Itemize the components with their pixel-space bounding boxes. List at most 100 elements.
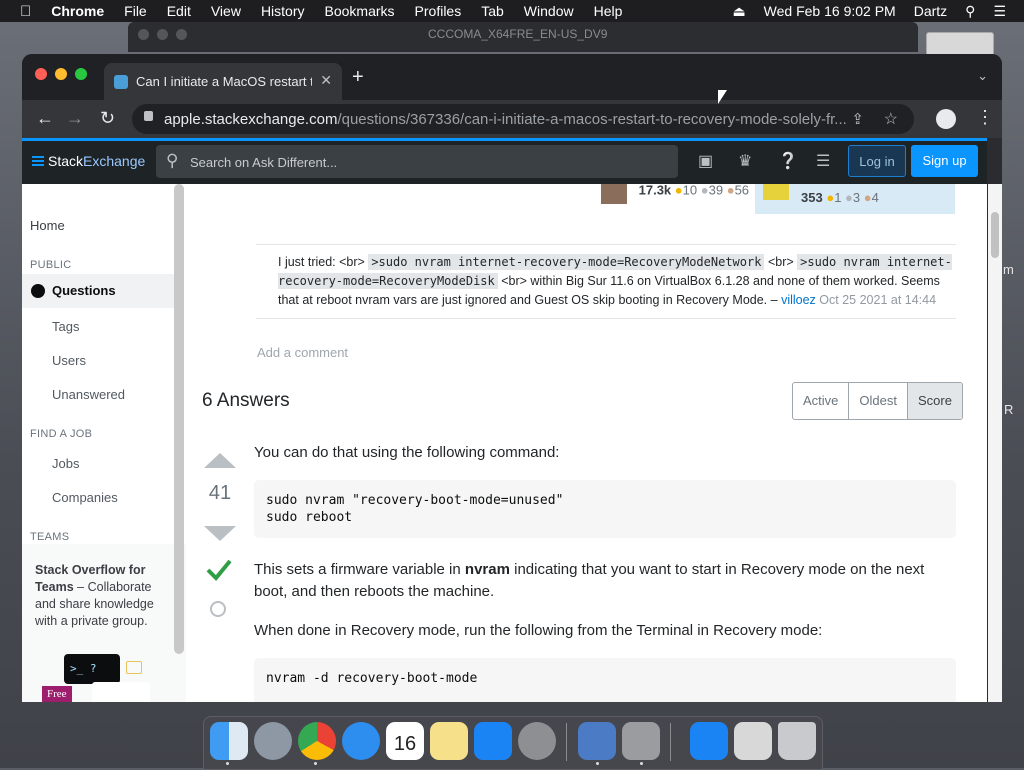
favicon-icon bbox=[114, 75, 128, 89]
address-bar[interactable]: apple.stackexchange.com/questions/367336… bbox=[132, 104, 914, 134]
menu-help[interactable]: Help bbox=[594, 3, 623, 19]
background-window-buttons bbox=[138, 29, 187, 40]
bookmark-star-icon[interactable]: ☆ bbox=[884, 109, 898, 129]
close-window-icon[interactable] bbox=[35, 68, 47, 80]
sidebar-scrollbar[interactable] bbox=[174, 184, 184, 654]
tab-search-chevron-icon[interactable]: ⌄ bbox=[977, 68, 988, 84]
menu-profiles[interactable]: Profiles bbox=[415, 3, 462, 19]
menu-view[interactable]: View bbox=[211, 3, 241, 19]
nav-users[interactable]: Users bbox=[52, 353, 86, 368]
nav-home[interactable]: Home bbox=[30, 218, 65, 233]
new-tab-icon[interactable]: + bbox=[352, 66, 364, 89]
forward-arrow-icon[interactable]: → bbox=[66, 108, 84, 129]
menu-file[interactable]: File bbox=[124, 3, 147, 19]
site-search[interactable]: ⚲ bbox=[156, 145, 678, 180]
achievements-trophy-icon[interactable]: ♛ bbox=[738, 151, 752, 171]
menu-app-name[interactable]: Chrome bbox=[51, 3, 104, 19]
inbox-icon[interactable]: ▣ bbox=[698, 151, 713, 171]
trash-icon[interactable] bbox=[778, 722, 816, 760]
main-column: 17.3k ●10 ●39 ●56 353 ●1 ●3 ●4 I just tr… bbox=[186, 184, 987, 702]
history-icon[interactable] bbox=[210, 601, 226, 617]
lock-icon[interactable] bbox=[144, 111, 153, 121]
menu-bookmarks[interactable]: Bookmarks bbox=[325, 3, 395, 19]
help-icon[interactable]: ❔ bbox=[778, 151, 798, 171]
page-scrollbar-thumb[interactable] bbox=[991, 212, 999, 258]
eject-icon[interactable]: ⏏ bbox=[732, 3, 745, 20]
safari-icon[interactable] bbox=[342, 722, 380, 760]
notes-icon[interactable] bbox=[430, 722, 468, 760]
desktop-disk-icon[interactable] bbox=[926, 32, 994, 56]
profile-avatar-icon[interactable] bbox=[936, 109, 956, 129]
nav-heading-find-job: FIND A JOB bbox=[30, 428, 93, 440]
sort-oldest-button[interactable]: Oldest bbox=[848, 383, 907, 419]
close-tab-icon[interactable]: ✕ bbox=[320, 72, 332, 89]
accepted-checkmark-icon bbox=[206, 559, 232, 581]
nav-tags[interactable]: Tags bbox=[52, 319, 79, 334]
spotlight-icon[interactable]: ⚲ bbox=[965, 3, 975, 20]
bronze-badges: 4 bbox=[871, 190, 879, 205]
dock-running-indicator bbox=[640, 762, 643, 765]
dock-running-indicator bbox=[596, 762, 599, 765]
menu-history[interactable]: History bbox=[261, 3, 305, 19]
comment-dash: – bbox=[767, 293, 782, 307]
chrome-menu-icon[interactable]: ⋮ bbox=[976, 107, 994, 128]
reload-icon[interactable]: ↻ bbox=[100, 108, 115, 129]
answer-paragraph-2-a: This sets a firmware variable in bbox=[254, 561, 465, 578]
page-scrollbar[interactable] bbox=[988, 184, 1002, 702]
menu-user[interactable]: Dartz bbox=[914, 3, 947, 19]
url-host: apple.stackexchange.com bbox=[164, 111, 338, 128]
stackexchange-logo[interactable]: StackExchange bbox=[32, 153, 145, 169]
upvote-arrow-icon[interactable] bbox=[204, 453, 236, 468]
virtualbox-icon[interactable] bbox=[578, 722, 616, 760]
nav-jobs[interactable]: Jobs bbox=[52, 456, 79, 471]
app-store-icon[interactable] bbox=[474, 722, 512, 760]
user-avatar[interactable] bbox=[763, 184, 789, 200]
calendar-icon[interactable]: 16 bbox=[386, 722, 424, 760]
back-arrow-icon[interactable]: ← bbox=[36, 108, 54, 129]
nav-heading-public: PUBLIC bbox=[30, 259, 72, 271]
add-comment-link[interactable]: Add a comment bbox=[257, 345, 348, 360]
sort-active-button[interactable]: Active bbox=[793, 383, 848, 419]
documents-icon[interactable] bbox=[734, 722, 772, 760]
comment-author-link[interactable]: villoez bbox=[781, 293, 816, 307]
left-sidebar: Home PUBLIC Questions Tags Users Unanswe… bbox=[22, 184, 186, 702]
nav-unanswered[interactable]: Unanswered bbox=[52, 387, 125, 402]
menu-tab[interactable]: Tab bbox=[481, 3, 504, 19]
background-window[interactable]: CCCOMA_X64FRE_EN-US_DV9 bbox=[128, 22, 918, 52]
free-badge: Free bbox=[42, 686, 72, 702]
login-button[interactable]: Log in bbox=[848, 145, 906, 177]
launchpad-icon[interactable] bbox=[254, 722, 292, 760]
zoom-window-icon[interactable] bbox=[75, 68, 87, 80]
chrome-icon[interactable] bbox=[298, 722, 336, 760]
share-icon[interactable]: ⇪ bbox=[851, 110, 864, 128]
macos-menu-bar:  Chrome File Edit View History Bookmark… bbox=[0, 0, 1024, 22]
nav-companies[interactable]: Companies bbox=[52, 490, 118, 505]
menu-window[interactable]: Window bbox=[524, 3, 574, 19]
sort-score-button[interactable]: Score bbox=[906, 383, 962, 419]
control-center-icon[interactable]: ☰ bbox=[993, 3, 1006, 20]
desktop-fragment-m: m bbox=[1003, 262, 1014, 277]
silver-badges: 39 bbox=[708, 184, 724, 198]
url-path: /questions/367336/can-i-initiate-a-macos… bbox=[337, 111, 847, 128]
teams-promo[interactable]: Stack Overflow for Teams – Collaborate a… bbox=[22, 544, 186, 702]
tab-active[interactable]: Can I initiate a MacOS restart t ✕ bbox=[104, 63, 342, 100]
app-store-download-icon[interactable] bbox=[690, 722, 728, 760]
nav-questions[interactable]: Questions bbox=[22, 274, 179, 308]
gold-badges: 10 bbox=[682, 184, 698, 198]
comment-date-link[interactable]: Oct 25 2021 at 14:44 bbox=[819, 293, 936, 307]
user-avatar[interactable] bbox=[601, 184, 627, 204]
minimize-window-icon[interactable] bbox=[55, 68, 67, 80]
finder-icon[interactable] bbox=[210, 722, 248, 760]
apple-menu-icon[interactable]:  bbox=[20, 3, 31, 20]
dock: 16 bbox=[203, 716, 823, 770]
system-preferences-icon[interactable] bbox=[518, 722, 556, 760]
downvote-arrow-icon[interactable] bbox=[204, 526, 236, 541]
answer-paragraph-2-bold: nvram bbox=[464, 561, 510, 578]
signup-button[interactable]: Sign up bbox=[911, 145, 978, 177]
menu-clock[interactable]: Wed Feb 16 9:02 PM bbox=[764, 3, 896, 19]
site-switcher-icon[interactable]: ☰ bbox=[816, 151, 830, 171]
menu-edit[interactable]: Edit bbox=[167, 3, 191, 19]
url-text[interactable]: apple.stackexchange.com/questions/367336… bbox=[164, 111, 854, 128]
disk-utility-icon[interactable] bbox=[622, 722, 660, 760]
search-input[interactable] bbox=[188, 145, 672, 180]
